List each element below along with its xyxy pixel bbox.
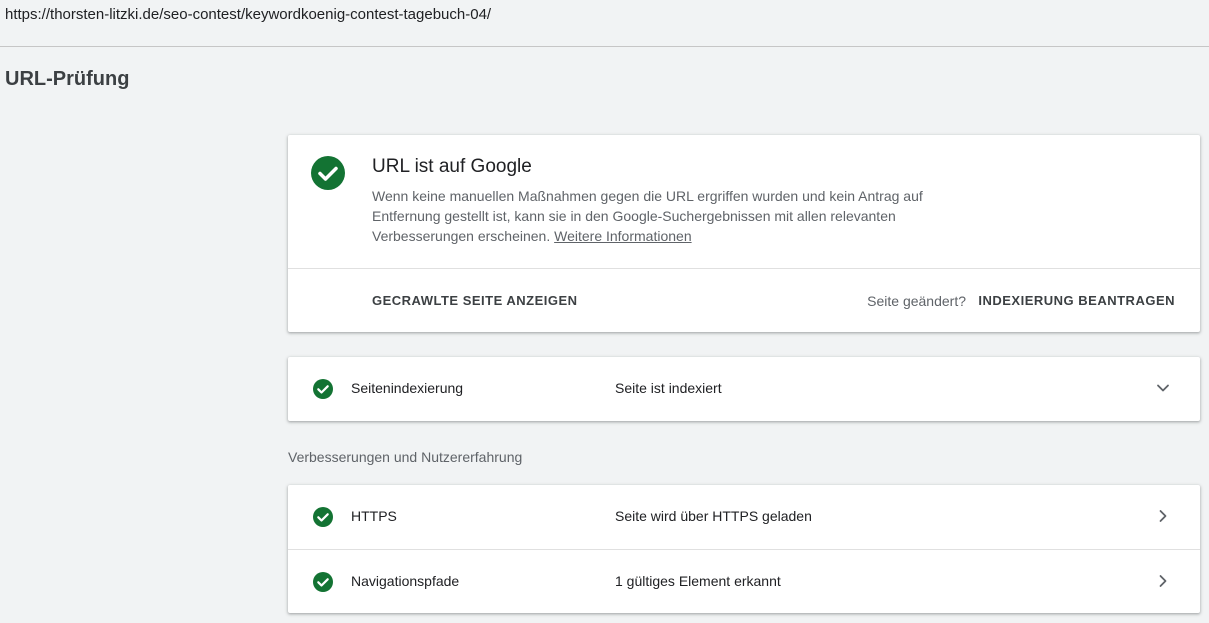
https-row[interactable]: HTTPS Seite wird über HTTPS geladen [288, 485, 1200, 549]
improvements-card: HTTPS Seite wird über HTTPS geladen Navi… [288, 485, 1200, 613]
page-indexing-value: Seite ist indexiert [615, 380, 722, 396]
url-status-card: URL ist auf Google Wenn keine manuellen … [288, 135, 1200, 332]
view-crawled-page-button[interactable]: GECRAWLTE SEITE ANZEIGEN [372, 293, 578, 308]
status-heading: URL ist auf Google [372, 156, 532, 177]
page-title: URL-Prüfung [5, 68, 130, 90]
page-changed-label: Seite geändert? [867, 293, 966, 309]
chevron-down-icon[interactable] [1156, 381, 1170, 395]
more-info-link[interactable]: Weitere Informationen [554, 228, 691, 244]
breadcrumbs-value: 1 gültiges Element erkannt [615, 573, 781, 589]
breadcrumbs-row[interactable]: Navigationspfade 1 gültiges Element erka… [288, 550, 1200, 614]
status-description: Wenn keine manuellen Maßnahmen gegen die… [372, 186, 952, 246]
check-circle-icon [311, 156, 345, 190]
https-label: HTTPS [351, 508, 397, 524]
chevron-right-icon[interactable] [1156, 574, 1170, 588]
check-circle-icon [313, 572, 333, 592]
request-indexing-button[interactable]: INDEXIERUNG BEANTRAGEN [978, 293, 1175, 308]
page-indexing-label: Seitenindexierung [351, 380, 464, 396]
check-circle-icon [313, 507, 333, 527]
https-value: Seite wird über HTTPS geladen [615, 508, 812, 524]
improvements-section-label: Verbesserungen und Nutzererfahrung [288, 449, 523, 465]
page-indexing-card[interactable]: Seitenindexierung Seite ist indexiert [288, 357, 1200, 421]
page-indexing-row[interactable]: Seitenindexierung Seite ist indexiert [288, 357, 1200, 421]
url-bar: https://thorsten-litzki.de/seo-contest/k… [0, 0, 1209, 47]
check-circle-icon [313, 379, 333, 399]
inspected-url[interactable]: https://thorsten-litzki.de/seo-contest/k… [5, 6, 491, 23]
chevron-right-icon[interactable] [1156, 509, 1170, 523]
card-divider [288, 268, 1200, 269]
breadcrumbs-label: Navigationspfade [351, 573, 460, 589]
